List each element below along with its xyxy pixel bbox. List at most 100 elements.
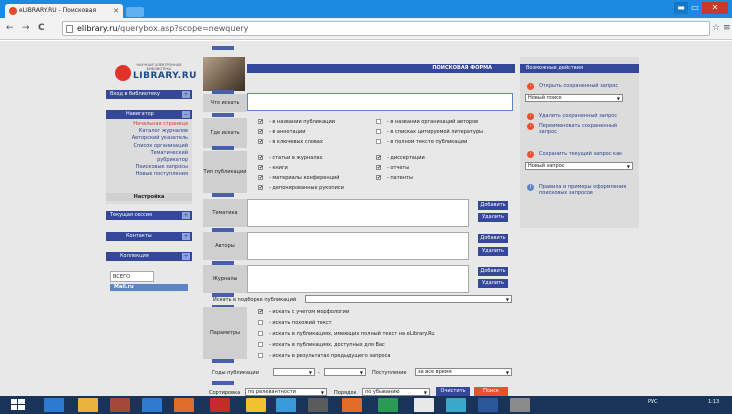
app-icon[interactable] (210, 398, 230, 412)
session-panel-header[interactable]: Текущая сессия + (106, 211, 192, 220)
opt-abstract[interactable]: ✔ - в аннотации (258, 129, 305, 135)
start-icon[interactable] (10, 398, 26, 412)
address-bar[interactable]: elibrary.ru/querybox.asp?scope=newquery (62, 21, 710, 36)
word-icon[interactable] (478, 398, 498, 412)
nav-item-authors[interactable]: Авторский указатель (106, 135, 188, 142)
opt-deposited[interactable]: ✔ - депонированные рукописи (258, 185, 344, 191)
topic-label: Тематика (203, 199, 247, 227)
authors-add-button[interactable]: Добавить (478, 234, 508, 243)
opt-refs[interactable]: - в списках цитируемой литературы (376, 129, 483, 135)
nav-item-organizations[interactable]: Список организаций (106, 143, 189, 150)
nav-item-new[interactable]: Новые поступления (106, 171, 188, 178)
sort-select[interactable]: по релевантности (245, 388, 327, 396)
mailru-counter[interactable]: Mail.ru (110, 284, 188, 291)
journals-remove-button[interactable]: Удалить (478, 279, 508, 288)
opt-similar[interactable]: - искать похожий текст (258, 320, 332, 326)
authors-remove-button[interactable]: Удалить (478, 247, 508, 256)
expand-icon[interactable]: + (182, 91, 190, 98)
login-panel-header[interactable]: Вход в библиотеку + (106, 90, 192, 99)
topic-add-button[interactable]: Добавить (478, 201, 508, 210)
opt-conferences[interactable]: ✔ - материалы конференций (258, 175, 340, 181)
outlook-icon[interactable] (142, 398, 162, 412)
save-current-query[interactable]: › Сохранить текущий запрос как (527, 151, 635, 158)
opt-fulltext[interactable]: - в полном тексте публикации (376, 139, 467, 145)
settings-item[interactable]: Настройка (106, 193, 192, 201)
opt-dissertations[interactable]: ✔ - диссертации (376, 155, 425, 161)
expand-icon[interactable]: + (182, 212, 190, 219)
opt-accessible[interactable]: - искать в публикациях, доступных для Ва… (258, 342, 385, 348)
app-icon[interactable] (446, 398, 466, 412)
topic-remove-button[interactable]: Удалить (478, 213, 508, 222)
menu-icon[interactable]: ≡ (723, 23, 731, 33)
reload-icon[interactable]: C (38, 23, 45, 33)
query-rules-link[interactable]: i Правила и примеры оформления поисковых … (527, 184, 635, 196)
received-label: Поступление (372, 370, 407, 376)
opt-previous[interactable]: - искать в результатах предыдущего запро… (258, 353, 390, 359)
nav-item-rubricator-2[interactable]: рубрикатор (106, 157, 188, 164)
search-button[interactable]: Поиск (474, 387, 508, 396)
navigator-list: Начальная страница Каталог журналов Авто… (106, 121, 188, 179)
nav-item-queries[interactable]: Поисковые запросы (106, 164, 188, 171)
journals-add-button[interactable]: Добавить (478, 267, 508, 276)
counter-widget[interactable]: ВСЕГО (110, 271, 154, 282)
open-saved-query[interactable]: › Открыть сохраненный запрос (527, 83, 635, 90)
lang-indicator[interactable]: РУС (648, 399, 658, 405)
expand-icon[interactable]: + (182, 233, 190, 240)
counter-panel-header[interactable]: Коллекция + (106, 252, 192, 261)
query-input[interactable] (247, 93, 513, 111)
close-tab-icon[interactable]: ✕ (113, 4, 119, 18)
app-icon[interactable] (276, 398, 296, 412)
year-from-select[interactable] (273, 368, 315, 376)
clock[interactable]: 1:13 (708, 399, 719, 405)
app-icon[interactable] (378, 398, 398, 412)
explorer-icon[interactable] (78, 398, 98, 412)
browser-toolbar: ← → C elibrary.ru/querybox.asp?scope=new… (0, 18, 732, 40)
chrome-icon[interactable] (246, 398, 266, 412)
save-query-select[interactable]: Новый запрос (525, 162, 633, 170)
ie-icon[interactable] (44, 398, 64, 412)
opt-title[interactable]: ✔ - в названии публикации (258, 119, 335, 125)
browser-tab[interactable]: eLIBRARY.RU - Поисковая ✕ (5, 4, 123, 18)
in-set-select[interactable] (305, 295, 512, 303)
nav-item-rubricator[interactable]: Тематический (106, 150, 188, 157)
app-icon[interactable] (510, 398, 530, 412)
decor-strip (212, 359, 234, 363)
navigator-header[interactable]: Навигатор − (106, 110, 192, 119)
rename-saved-query[interactable]: › Переименовать сохраненный запрос (527, 123, 635, 135)
order-select[interactable]: по убыванию (362, 388, 430, 396)
received-select[interactable]: за все время (415, 368, 512, 376)
opt-reports[interactable]: ✔ - отчеты (376, 165, 409, 171)
forward-arrow-icon[interactable]: → (22, 23, 30, 33)
opt-books[interactable]: ✔ - книги (258, 165, 288, 171)
opt-articles[interactable]: ✔ - статьи в журналах (258, 155, 323, 161)
clear-button[interactable]: Очистить (436, 387, 470, 396)
elibrary-favicon-icon (9, 7, 17, 15)
new-tab-button[interactable] (126, 7, 144, 17)
app-icon[interactable] (308, 398, 328, 412)
opt-org[interactable]: - в названии организаций авторов (376, 119, 478, 125)
saved-query-select[interactable]: Новый поиск (525, 94, 623, 102)
nav-item-home[interactable]: Начальная страница (106, 121, 188, 128)
firefox-icon[interactable] (342, 398, 362, 412)
maximize-button[interactable]: ▭ (688, 2, 702, 14)
expand-icon[interactable]: + (182, 253, 190, 260)
app-icon[interactable] (174, 398, 194, 412)
contacts-panel-header[interactable]: Контакты + (106, 232, 192, 241)
opt-has-fulltext[interactable]: - искать в публикациях, имеющих полный т… (258, 331, 435, 337)
authors-list[interactable] (247, 232, 469, 260)
topic-list[interactable] (247, 199, 469, 227)
journals-list[interactable] (247, 265, 469, 293)
collapse-icon[interactable]: − (182, 111, 190, 118)
minimize-button[interactable]: ▬ (674, 2, 688, 14)
delete-saved-query[interactable]: › Удалить сохраненный запрос (527, 113, 635, 120)
app-icon[interactable] (110, 398, 130, 412)
year-to-select[interactable] (324, 368, 366, 376)
back-arrow-icon[interactable]: ← (6, 23, 14, 33)
opt-morphology[interactable]: ✔ - искать с учетом морфологии (258, 309, 349, 315)
opt-patents[interactable]: ✔ - патенты (376, 175, 413, 181)
opt-keywords[interactable]: ✔ - в ключевых словах (258, 139, 323, 145)
bookmark-star-icon[interactable]: ☆ (712, 23, 720, 33)
close-window-button[interactable]: ✕ (702, 2, 728, 14)
elibrary-logo[interactable]: НАУЧНАЯ ЭЛЕКТРОННАЯ БИБЛИОТЕКА LIBRARY.RU (115, 63, 196, 83)
chrome-icon[interactable] (414, 398, 434, 412)
